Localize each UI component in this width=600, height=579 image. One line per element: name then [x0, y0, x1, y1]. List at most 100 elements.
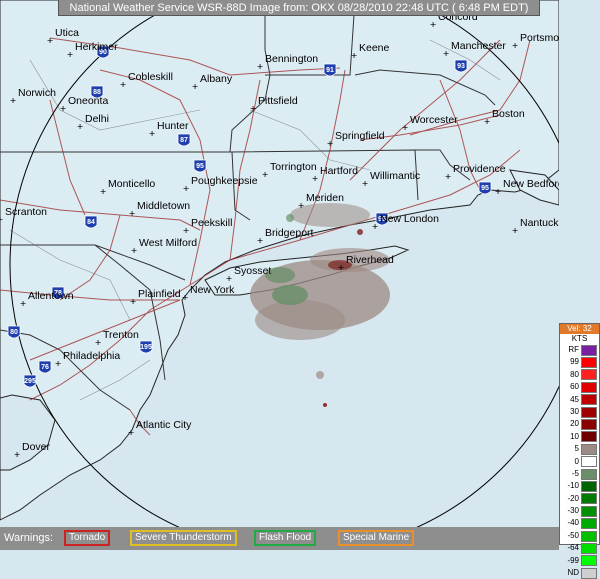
legend-swatch	[581, 505, 597, 517]
city-marker: +	[14, 449, 20, 461]
city-marker: +	[0, 214, 3, 226]
legend-item: 45	[560, 394, 599, 406]
warnings-bar: Warnings: Tornado Severe Thunderstorm Fl…	[0, 527, 559, 550]
city-marker: +	[192, 81, 198, 93]
svg-text:84: 84	[87, 219, 95, 226]
legend-swatch	[581, 480, 597, 492]
velocity-legend: Vel: 32 KTS RF 99 80 60 45 30 20 10 5 0 -5 -10 -20 -3…	[559, 323, 600, 579]
legend-item: 80	[560, 369, 599, 381]
svg-text:76: 76	[41, 364, 49, 371]
city-marker: +	[120, 79, 126, 91]
city-marker: +	[445, 171, 451, 183]
city-label: Delhi	[85, 113, 109, 125]
city-label: Riverhead	[346, 254, 394, 266]
legend-item-label: 30	[570, 406, 579, 416]
warning-special-marine[interactable]: Special Marine	[338, 530, 415, 546]
legend-swatch	[581, 406, 597, 418]
svg-text:91: 91	[326, 67, 334, 74]
legend-item: -30	[560, 505, 599, 517]
legend-swatch	[581, 369, 597, 381]
city-marker: +	[60, 103, 66, 115]
city-label: Middletown	[137, 200, 190, 212]
city-label: New Bedford	[503, 178, 559, 190]
city-marker: +	[484, 116, 490, 128]
city-label: Philadelphia	[63, 350, 120, 362]
legend-item-label: 60	[570, 382, 579, 392]
city-label: Peekskill	[191, 217, 232, 229]
city-label: Meriden	[306, 192, 344, 204]
legend-item: 99	[560, 356, 599, 369]
city-marker: +	[55, 358, 61, 370]
legend-swatch	[581, 567, 597, 579]
city-label: Cobleskill	[128, 71, 173, 83]
city-marker: +	[130, 296, 136, 308]
warnings-label: Warnings:	[4, 532, 54, 544]
city-marker: +	[402, 122, 408, 134]
legend-item-label: -10	[567, 481, 579, 491]
city-marker: +	[20, 298, 26, 310]
city-label: Herkimer	[75, 41, 118, 53]
legend-item: -10	[560, 480, 599, 492]
city-label: West Milford	[139, 237, 197, 249]
legend-item-label: -5	[571, 468, 579, 478]
legend-item: 5	[560, 443, 599, 455]
city-label: Portsmouth	[520, 32, 559, 44]
city-marker: +	[327, 138, 333, 150]
city-marker: +	[372, 221, 378, 233]
city-label: New York	[190, 284, 235, 296]
city-marker: +	[512, 40, 518, 52]
city-marker: +	[312, 173, 318, 185]
city-label: Providence	[453, 163, 506, 175]
legend-swatch	[581, 419, 597, 431]
legend-item-label: 5	[574, 444, 579, 454]
interstate-shield-icon: 195	[139, 340, 153, 354]
city-marker: +	[95, 337, 101, 349]
legend-swatch	[581, 431, 597, 443]
legend-item-label: -99	[567, 555, 579, 565]
warning-tornado[interactable]: Tornado	[64, 530, 111, 546]
city-marker: +	[77, 121, 83, 133]
city-marker: +	[128, 427, 134, 439]
legend-item: 20	[560, 418, 599, 431]
city-marker: +	[362, 178, 368, 190]
city-label: Oneonta	[68, 95, 108, 107]
warning-flash-flood[interactable]: Flash Flood	[254, 530, 317, 546]
header-title: National Weather Service WSR-88D Image f…	[58, 0, 540, 16]
warning-severe-thunderstorm[interactable]: Severe Thunderstorm	[130, 530, 237, 546]
city-marker: +	[131, 245, 137, 257]
city-marker: +	[182, 292, 188, 304]
city-marker: +	[67, 49, 73, 61]
svg-text:295: 295	[24, 378, 36, 385]
city-label: Atlantic City	[136, 419, 192, 431]
legend-unit: KTS	[571, 334, 588, 343]
city-label: Plainfield	[138, 288, 181, 300]
city-label: Bennington	[265, 53, 318, 65]
city-label: Trenton	[103, 329, 139, 341]
city-label: Dover	[22, 441, 51, 453]
legend-item-label: 20	[570, 419, 579, 429]
city-marker: +	[183, 225, 189, 237]
svg-text:95: 95	[481, 185, 489, 192]
svg-text:195: 195	[140, 344, 152, 351]
legend-item: -99	[560, 555, 599, 567]
city-marker: +	[262, 169, 268, 181]
legend-item: 0	[560, 456, 599, 468]
interstate-shield-icon: 95	[478, 181, 492, 195]
city-marker: +	[443, 48, 449, 60]
city-label: Syosset	[234, 265, 271, 277]
legend-swatch	[581, 344, 597, 356]
city-marker: +	[183, 183, 189, 195]
legend-item-label: -64	[567, 543, 579, 553]
interstate-shield-icon: 87	[177, 133, 191, 147]
city-label: New London	[380, 213, 439, 225]
city-marker: +	[100, 186, 106, 198]
city-label: Springfield	[335, 130, 385, 142]
svg-text:95: 95	[196, 163, 204, 170]
interstate-shield-icon: 91	[323, 63, 337, 77]
interstate-shield-icon: 84	[84, 215, 98, 229]
city-label: Manchester	[451, 40, 506, 52]
city-marker: +	[149, 128, 155, 140]
legend-swatch	[581, 542, 597, 554]
legend-item-label: 45	[570, 394, 579, 404]
city-marker: +	[351, 50, 357, 62]
